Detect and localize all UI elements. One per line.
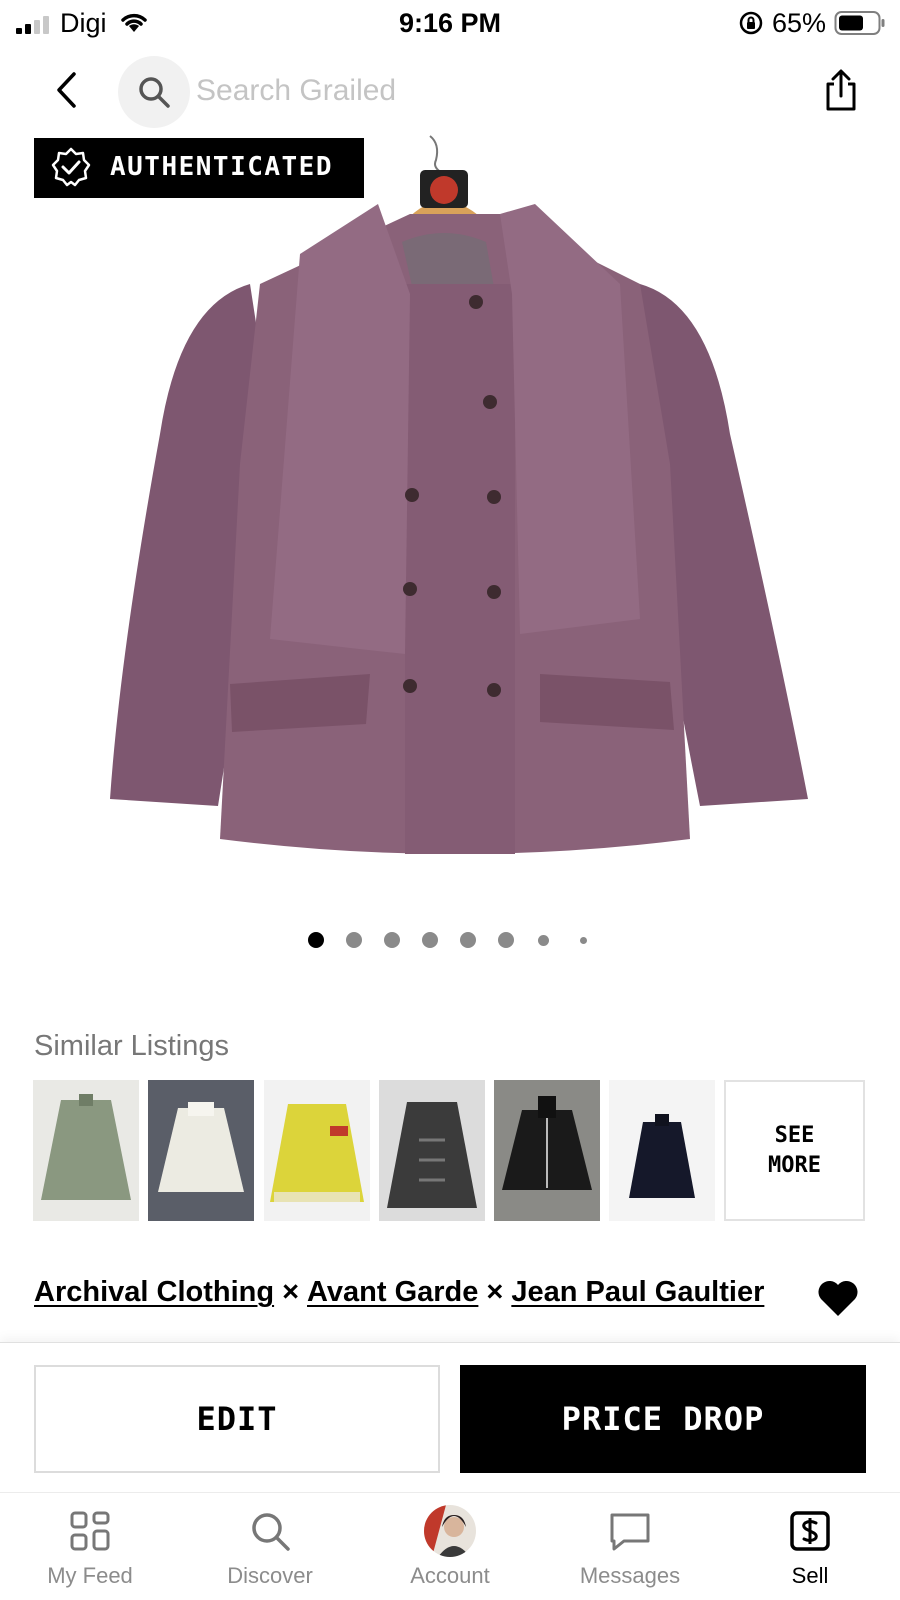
image-pagination[interactable] — [0, 932, 900, 956]
tab-messages[interactable]: Messages — [540, 1493, 720, 1600]
tab-label: Messages — [579, 1563, 681, 1588]
authenticated-badge: AUTHENTICATED — [34, 138, 364, 198]
page-dot[interactable] — [538, 935, 549, 946]
page-dot[interactable] — [422, 932, 438, 948]
see-more-button[interactable]: SEE MORE — [724, 1080, 865, 1221]
page-dot[interactable] — [346, 932, 362, 948]
tab-label: My Feed — [47, 1563, 133, 1588]
authenticated-label: AUTHENTICATED — [110, 152, 333, 182]
heart-icon[interactable] — [816, 1278, 860, 1318]
verified-check-icon — [51, 147, 91, 187]
tab-sell[interactable]: Sell — [720, 1493, 900, 1600]
designer-link[interactable]: Jean Paul Gaultier — [511, 1276, 764, 1308]
see-more-label: SEE MORE — [768, 1122, 821, 1178]
battery-percent: 65% — [772, 8, 827, 38]
bottom-tab-bar: My Feed Discover Account Messages Sell — [0, 1492, 900, 1600]
similar-listing-thumb[interactable] — [379, 1080, 485, 1221]
jacket-photo — [110, 135, 808, 854]
product-image[interactable] — [0, 134, 900, 906]
similar-listing-thumb[interactable] — [148, 1080, 254, 1221]
page-dot[interactable] — [460, 932, 476, 948]
designer-link[interactable]: Avant Garde — [307, 1276, 478, 1308]
edit-button[interactable]: EDIT — [34, 1365, 440, 1473]
designer-names: Archival Clothing × Avant Garde × Jean Paul … — [34, 1270, 794, 1314]
tab-account[interactable]: Account — [360, 1493, 540, 1600]
designer-separator: × — [486, 1276, 504, 1308]
page-dot[interactable] — [384, 932, 400, 948]
dollar-box-icon — [790, 1511, 830, 1551]
share-icon[interactable] — [822, 68, 860, 112]
battery-icon — [834, 11, 885, 35]
tab-discover[interactable]: Discover — [180, 1493, 360, 1600]
listing-action-bar: EDIT PRICE DROP — [0, 1342, 900, 1492]
tab-label: Sell — [791, 1563, 829, 1588]
cellular-signal-icon — [16, 16, 49, 34]
price-drop-button[interactable]: PRICE DROP — [460, 1365, 866, 1473]
orientation-lock-icon — [739, 11, 763, 35]
page-dot[interactable] — [308, 932, 324, 948]
similar-listing-thumb[interactable] — [494, 1080, 600, 1221]
similar-listing-thumb[interactable] — [264, 1080, 370, 1221]
search-button[interactable] — [118, 56, 190, 128]
chevron-left-icon[interactable] — [50, 68, 84, 112]
search-input[interactable] — [196, 68, 756, 114]
page-dot[interactable] — [580, 937, 587, 944]
tab-my-feed[interactable]: My Feed — [0, 1493, 180, 1600]
wifi-icon — [121, 13, 147, 32]
chat-bubble-icon — [610, 1513, 650, 1551]
tab-label: Account — [410, 1563, 490, 1588]
feed-grid-icon — [70, 1511, 110, 1551]
designer-separator: × — [282, 1276, 300, 1308]
search-icon — [139, 77, 170, 108]
carrier-name: Digi — [60, 8, 107, 38]
status-bar: Digi 9:16 PM 65% — [0, 0, 900, 48]
top-nav — [0, 52, 900, 128]
page-dot[interactable] — [498, 932, 514, 948]
avatar — [424, 1505, 476, 1557]
tab-label: Discover — [227, 1563, 313, 1588]
similar-listing-thumb[interactable] — [609, 1080, 715, 1221]
search-icon — [252, 1513, 290, 1551]
designer-link[interactable]: Archival Clothing — [34, 1276, 274, 1308]
similar-listings-title: Similar Listings — [34, 1030, 229, 1062]
similar-listing-thumb[interactable] — [33, 1080, 139, 1221]
